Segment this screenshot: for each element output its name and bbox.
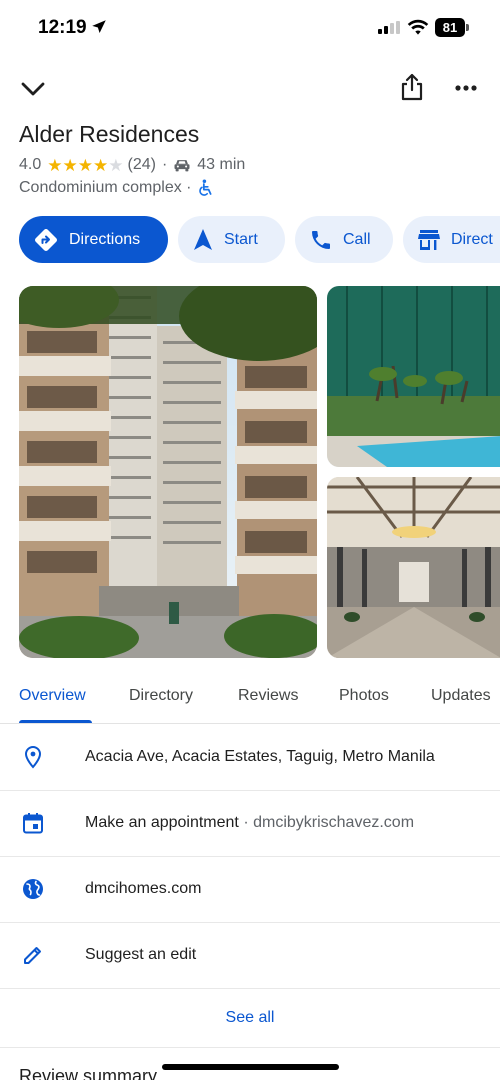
star-filled-icon: ★ <box>62 155 78 175</box>
lobby-photo-image <box>327 477 500 658</box>
cellular-signal-icon <box>378 21 400 34</box>
appointment-text: Make an appointment · dmcibykrischavez.c… <box>85 814 414 832</box>
wheelchair-accessible-icon[interactable] <box>198 179 214 197</box>
action-chips: Directions Start Call Direct <box>19 216 500 263</box>
phone-icon <box>312 230 330 249</box>
appointment-site: dmcibykrischavez.com <box>253 814 415 831</box>
calendar-icon <box>23 813 43 834</box>
directory-button[interactable]: Direct <box>403 216 500 263</box>
start-label: Start <box>224 230 258 248</box>
car-icon <box>174 160 190 172</box>
directions-button[interactable]: Directions <box>19 216 168 263</box>
lobby-photo[interactable] <box>327 477 500 658</box>
tab-photos[interactable]: Photos <box>339 687 389 705</box>
wifi-icon <box>407 19 429 35</box>
review-count: (24) <box>127 156 156 173</box>
separator-dot: · <box>161 156 168 173</box>
chevron-down-icon[interactable] <box>18 74 48 104</box>
appointment-row[interactable]: Make an appointment · dmcibykrischavez.c… <box>0 791 500 857</box>
directions-label: Directions <box>69 230 141 248</box>
building-photo[interactable] <box>19 286 317 658</box>
sheet-header <box>0 66 500 110</box>
tab-overview[interactable]: Overview <box>19 687 86 705</box>
see-all-link[interactable]: See all <box>0 990 500 1048</box>
review-summary-heading: Review summary <box>19 1066 158 1080</box>
more-horizontal-icon[interactable] <box>452 74 480 102</box>
appointment-label: Make an appointment <box>85 814 239 831</box>
tab-updates[interactable]: Updates <box>431 687 491 705</box>
battery-indicator: 81 <box>435 18 465 37</box>
photo-gallery <box>19 286 500 660</box>
active-tab-indicator <box>19 720 92 723</box>
place-category: Condominium complex · <box>19 179 192 196</box>
suggest-edit-text: Suggest an edit <box>85 946 197 963</box>
website-row[interactable]: dmcihomes.com <box>0 857 500 923</box>
navigation-arrow-icon <box>194 228 212 250</box>
pencil-icon <box>24 947 41 964</box>
rating-row[interactable]: 4.0 ★ ★ ★ ★ ★ (24) · 43 min <box>19 155 245 175</box>
tab-directory[interactable]: Directory <box>129 687 193 705</box>
pool-photo-image <box>327 286 500 467</box>
location-arrow-icon <box>92 20 106 33</box>
location-pin-icon <box>24 745 42 769</box>
call-button[interactable]: Call <box>295 216 393 263</box>
star-filled-icon: ★ <box>77 155 93 175</box>
directions-icon <box>35 228 57 251</box>
star-filled-icon: ★ <box>47 155 63 175</box>
suggest-edit-row[interactable]: Suggest an edit <box>0 923 500 989</box>
start-button[interactable]: Start <box>178 216 285 263</box>
status-bar: 12:19 81 <box>0 0 500 60</box>
tab-bar: Overview Directory Reviews Photos Update… <box>0 676 500 724</box>
star-filled-icon: ★ <box>93 155 109 175</box>
star-rating: ★ ★ ★ ★ ★ <box>47 157 123 174</box>
pool-photo[interactable] <box>327 286 500 467</box>
share-icon[interactable] <box>398 72 426 102</box>
appointment-separator: · <box>238 814 254 831</box>
star-empty-icon: ★ <box>108 155 124 175</box>
tab-reviews[interactable]: Reviews <box>238 687 298 705</box>
website-text: dmcihomes.com <box>85 880 202 897</box>
directory-label: Direct <box>451 230 493 248</box>
address-text: Acacia Ave, Acacia Estates, Taguig, Metr… <box>85 748 435 765</box>
storefront-icon <box>418 229 440 250</box>
category-row: Condominium complex · <box>19 178 214 198</box>
rating-value: 4.0 <box>19 156 42 173</box>
building-photo-image <box>19 286 317 658</box>
battery-cap <box>466 24 469 31</box>
home-indicator[interactable] <box>162 1064 339 1070</box>
call-label: Call <box>343 230 371 248</box>
place-title: Alder Residences <box>19 121 200 147</box>
globe-icon <box>23 879 43 899</box>
status-time: 12:19 <box>38 17 87 38</box>
address-row[interactable]: Acacia Ave, Acacia Estates, Taguig, Metr… <box>0 725 500 791</box>
travel-time: 43 min <box>197 156 246 173</box>
